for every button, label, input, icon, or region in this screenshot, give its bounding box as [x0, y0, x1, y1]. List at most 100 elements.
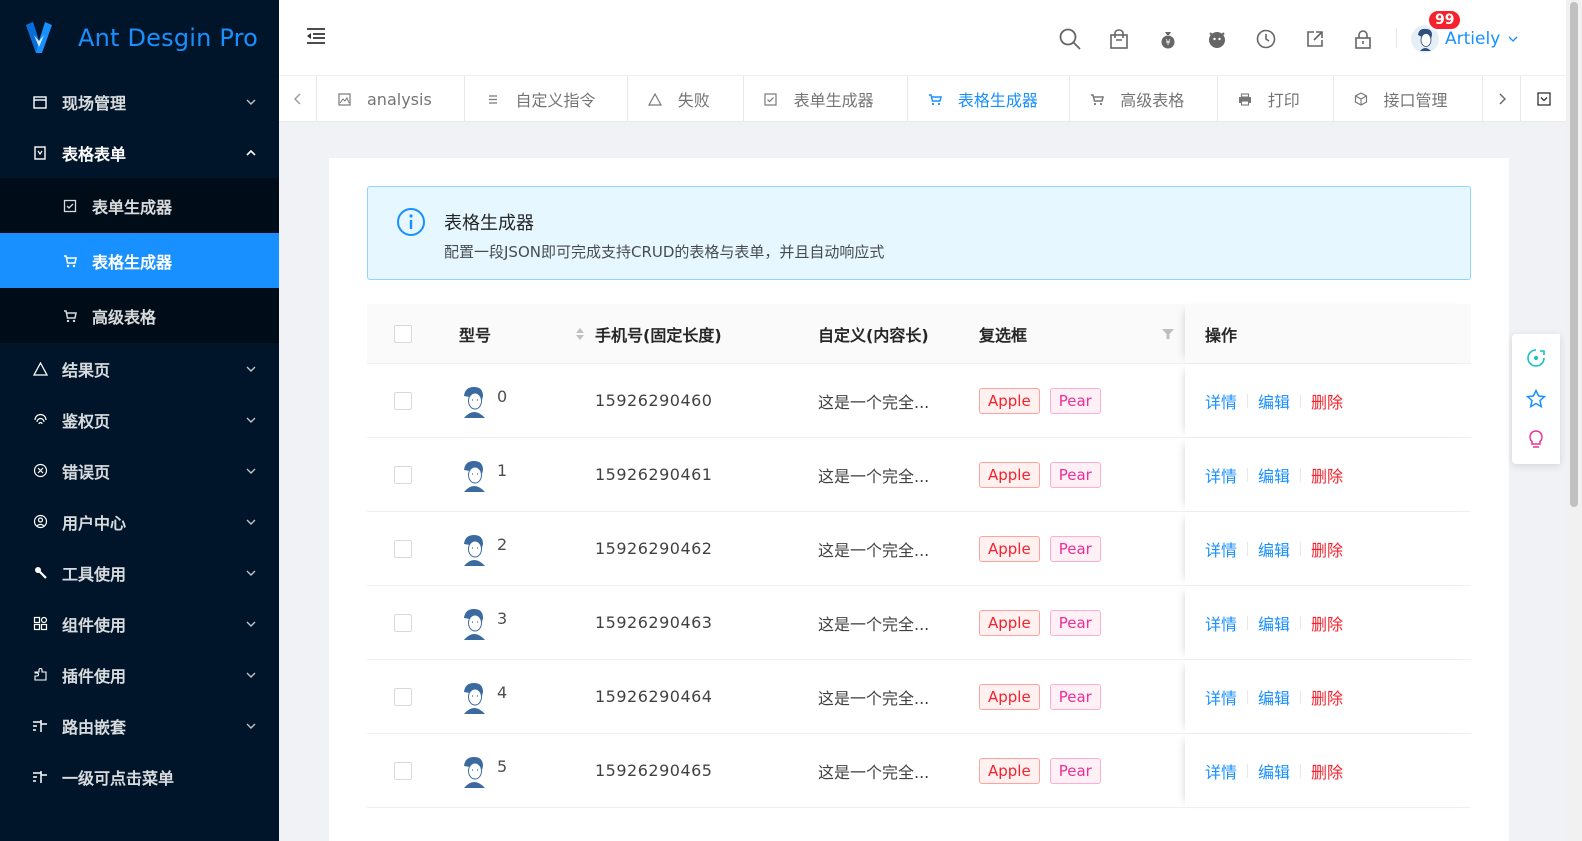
- select-all-cell: [394, 304, 412, 363]
- star-icon[interactable]: [1526, 389, 1546, 409]
- user-name: Artiely: [1445, 29, 1501, 49]
- cart-icon: [62, 308, 78, 324]
- theme-color-icon[interactable]: [1526, 348, 1546, 368]
- sidebar-item-result[interactable]: 结果页: [0, 343, 279, 394]
- sidebar-item-error[interactable]: 错误页: [0, 445, 279, 496]
- user-menu[interactable]: Artiely: [1411, 22, 1518, 56]
- page-scrollbar[interactable]: [1566, 0, 1582, 841]
- list-icon: [485, 92, 499, 106]
- cell-actions: 详情 编辑 删除: [1205, 364, 1343, 437]
- edit-link[interactable]: 编辑: [1258, 685, 1290, 709]
- money-bag-icon[interactable]: ¥: [1156, 27, 1180, 51]
- clock-icon[interactable]: [1254, 27, 1278, 51]
- external-link-icon[interactable]: [1303, 27, 1327, 51]
- logo[interactable]: Ant Desgin Pro: [0, 0, 279, 76]
- github-icon[interactable]: [1205, 27, 1229, 51]
- chevron-down-icon: [246, 723, 256, 729]
- chevron-down-icon: [246, 417, 256, 423]
- tab-advanced-table[interactable]: 高级表格: [1070, 76, 1218, 121]
- row-checkbox[interactable]: [394, 687, 412, 706]
- delete-link[interactable]: 删除: [1311, 685, 1343, 709]
- row-select-cell: [394, 364, 412, 437]
- tab-label: analysis: [367, 89, 432, 109]
- sidebar-item-form-generator[interactable]: 表单生成器: [0, 178, 279, 233]
- sidebar-item-first-level-menu[interactable]: 一级可点击菜单: [0, 751, 279, 802]
- edit-link[interactable]: 编辑: [1258, 463, 1290, 487]
- detail-link[interactable]: 详情: [1205, 389, 1237, 413]
- sort-icon[interactable]: [575, 326, 585, 342]
- column-title: 型号: [459, 325, 492, 345]
- sidebar-item-auth[interactable]: 鉴权页: [0, 394, 279, 445]
- row-checkbox[interactable]: [394, 613, 412, 632]
- edit-link[interactable]: 编辑: [1258, 759, 1290, 783]
- tab-menu-button[interactable]: [1520, 76, 1566, 122]
- detail-link[interactable]: 详情: [1205, 685, 1237, 709]
- search-icon[interactable]: [1058, 27, 1082, 51]
- tab-scroll-left-button[interactable]: [279, 76, 317, 122]
- sidebar-item-site-management[interactable]: 现场管理: [0, 76, 279, 127]
- tab-analysis[interactable]: analysis: [317, 76, 466, 121]
- sidebar-item-user-center[interactable]: 用户中心: [0, 496, 279, 547]
- cell-custom: 这是一个完全...: [818, 392, 930, 412]
- bulb-icon[interactable]: [1526, 429, 1546, 449]
- tag-apple: Apple: [979, 609, 1040, 636]
- row-checkbox[interactable]: [394, 465, 412, 484]
- sidebar-item-label: 错误页: [62, 462, 111, 482]
- cell-phone: 15926290465: [595, 761, 713, 780]
- sidebar-item-route-nesting[interactable]: 路由嵌套: [0, 700, 279, 751]
- select-all-checkbox[interactable]: [394, 324, 412, 343]
- sidebar-item-tools[interactable]: 工具使用: [0, 547, 279, 598]
- row-checkbox[interactable]: [394, 539, 412, 558]
- lock-icon[interactable]: [1351, 27, 1375, 51]
- column-header-custom: 自定义(内容长): [818, 304, 929, 363]
- menu-fold-icon[interactable]: [305, 26, 327, 46]
- delete-link[interactable]: 删除: [1311, 611, 1343, 635]
- tab-print[interactable]: 打印: [1218, 76, 1334, 121]
- delete-link[interactable]: 删除: [1311, 389, 1343, 413]
- sidebar-item-label: 组件使用: [62, 615, 127, 635]
- sidebar-item-label: 高级表格: [92, 307, 157, 327]
- detail-link[interactable]: 详情: [1205, 759, 1237, 783]
- model-value: 4: [497, 683, 508, 702]
- tab-custom-directive[interactable]: 自定义指令: [465, 76, 628, 121]
- table-header: 型号 手机号(固定长度) 自定义(内容长) 复选框 操作: [367, 304, 1471, 364]
- tab-form-generator[interactable]: 表单生成器: [744, 76, 908, 121]
- edit-link[interactable]: 编辑: [1258, 537, 1290, 561]
- sidebar-item-table-generator[interactable]: 表格生成器: [0, 233, 279, 288]
- column-title: 操作: [1205, 325, 1238, 345]
- column-header-model[interactable]: 型号: [459, 304, 585, 363]
- tab-failure[interactable]: 失败: [628, 76, 744, 121]
- edit-link[interactable]: 编辑: [1258, 611, 1290, 635]
- shopping-bag-icon[interactable]: [1107, 27, 1131, 51]
- sidebar-item-label: 表单生成器: [92, 197, 173, 217]
- tab-scroll-right-button[interactable]: [1482, 76, 1520, 122]
- delete-link[interactable]: 删除: [1311, 759, 1343, 783]
- table-row: 0 15926290460 这是一个完全... Apple Pear 详情 编辑 删除: [367, 364, 1471, 438]
- tab-table-generator[interactable]: 表格生成器: [907, 76, 1071, 121]
- sidebar-item-advanced-table[interactable]: 高级表格: [0, 288, 279, 343]
- sidebar-item-components[interactable]: 组件使用: [0, 598, 279, 649]
- tab-api-management[interactable]: 接口管理: [1334, 76, 1482, 121]
- row-checkbox[interactable]: [394, 391, 412, 410]
- delete-link[interactable]: 删除: [1311, 537, 1343, 561]
- sidebar-item-table-form[interactable]: 表格表单: [0, 127, 279, 178]
- alert-title: 表格生成器: [444, 213, 534, 234]
- action-divider: [1300, 467, 1302, 482]
- detail-link[interactable]: 详情: [1205, 611, 1237, 635]
- checklist-icon: [764, 92, 778, 106]
- cell-model: 2: [459, 512, 507, 585]
- sidebar-item-plugins[interactable]: 插件使用: [0, 649, 279, 700]
- delete-link[interactable]: 删除: [1311, 463, 1343, 487]
- column-title: 自定义(内容长): [818, 325, 929, 345]
- row-checkbox[interactable]: [394, 761, 412, 780]
- chevron-down-icon: [246, 468, 256, 474]
- cell-actions: 详情 编辑 删除: [1205, 734, 1343, 807]
- detail-link[interactable]: 详情: [1205, 537, 1237, 561]
- scrollbar-thumb[interactable]: [1570, 2, 1578, 507]
- cell-checkbox-tags: Apple Pear: [979, 438, 1111, 511]
- chevron-down-icon: [246, 366, 256, 372]
- detail-link[interactable]: 详情: [1205, 463, 1237, 487]
- edit-link[interactable]: 编辑: [1258, 389, 1290, 413]
- filter-icon[interactable]: [1162, 328, 1174, 340]
- chevron-left-icon: [293, 93, 300, 105]
